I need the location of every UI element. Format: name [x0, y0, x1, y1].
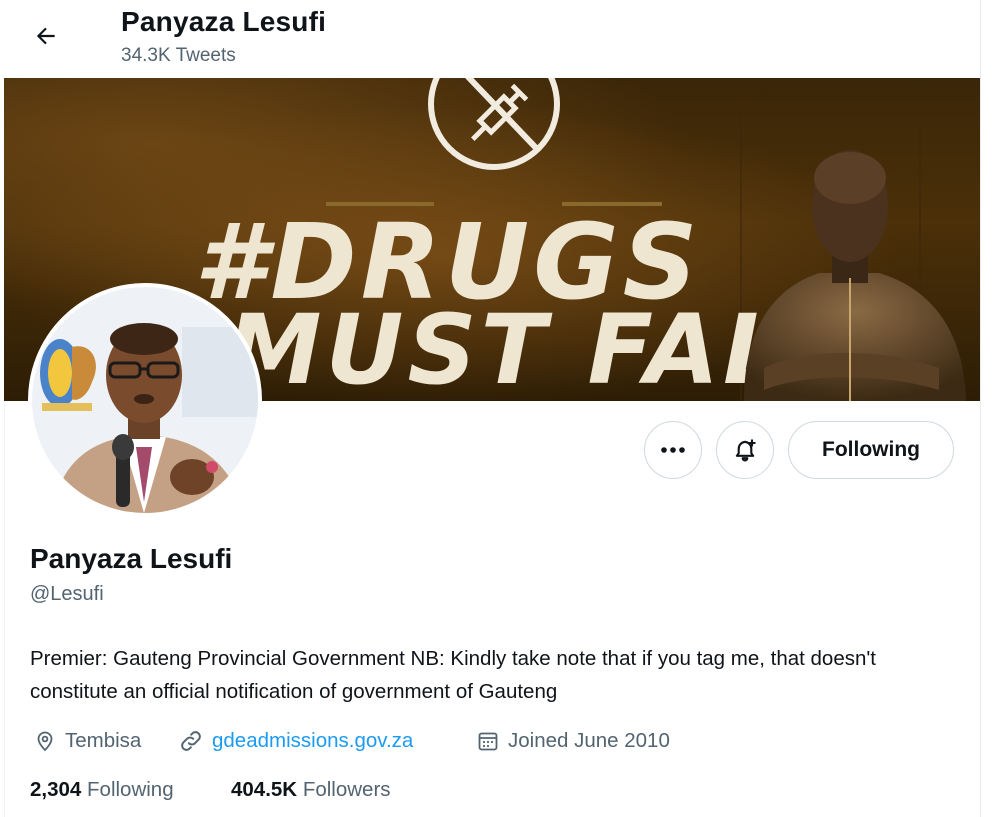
notifications-button[interactable]	[716, 421, 774, 479]
following-label: Following	[87, 778, 174, 801]
profile-avatar[interactable]	[28, 283, 262, 517]
more-options-button[interactable]	[644, 421, 702, 479]
following-button[interactable]: Following	[788, 421, 954, 479]
frame-right-border	[980, 0, 981, 817]
website-link[interactable]: gdeadmissions.gov.za	[212, 729, 413, 753]
back-button[interactable]	[26, 16, 66, 56]
website-item[interactable]: gdeadmissions.gov.za	[178, 726, 413, 756]
header-name: Panyaza Lesufi	[121, 6, 327, 37]
following-stat[interactable]: 2,304 Following	[30, 778, 174, 802]
followers-label: Followers	[302, 778, 391, 801]
profile-bio: Premier: Gauteng Provincial Government N…	[30, 647, 876, 703]
link-icon	[181, 731, 201, 751]
location-item: Tembisa	[33, 726, 141, 756]
location-text: Tembisa	[65, 729, 142, 752]
more-dots-icon	[661, 447, 685, 453]
following-count: 2,304	[30, 778, 82, 801]
profile-name: Panyaza Lesufi	[30, 543, 233, 574]
joined-text: Joined June 2010	[508, 729, 670, 752]
calendar-icon	[478, 732, 498, 751]
followers-count: 404.5K	[231, 778, 298, 801]
arrow-left-icon	[36, 27, 55, 45]
profile-handle: @Lesufi	[30, 583, 104, 605]
followers-stat[interactable]: 404.5K Followers	[231, 778, 391, 802]
bell-plus-icon	[735, 439, 756, 462]
location-pin-icon	[37, 731, 53, 752]
profile-header: Panyaza Lesufi 34.3K Tweets	[0, 0, 980, 78]
banner-portrait	[744, 150, 966, 401]
joined-item: Joined June 2010	[476, 726, 670, 756]
avatar-photo	[32, 287, 258, 513]
tweet-count: 34.3K Tweets	[121, 45, 236, 66]
